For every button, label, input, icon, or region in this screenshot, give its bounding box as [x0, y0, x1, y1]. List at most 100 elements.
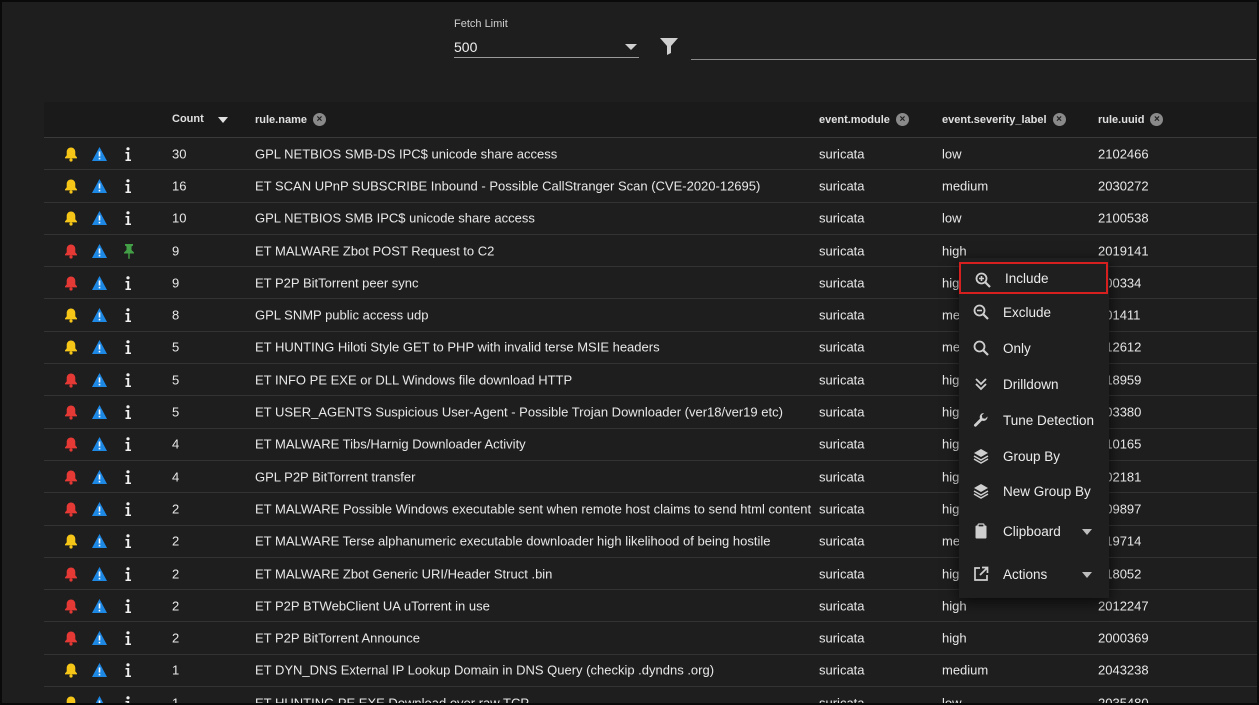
uuid-cell[interactable]: 2035480: [1098, 695, 1149, 703]
rule-name-cell[interactable]: ET USER_AGENTS Suspicious User-Agent - P…: [255, 405, 783, 420]
warning-triangle-icon[interactable]: [91, 501, 107, 517]
warning-triangle-icon[interactable]: [91, 598, 107, 614]
warning-triangle-icon[interactable]: [91, 178, 107, 194]
info-icon[interactable]: [120, 210, 136, 226]
info-icon[interactable]: [120, 501, 136, 517]
event-module-cell[interactable]: suricata: [819, 631, 865, 646]
severity-cell[interactable]: me: [942, 340, 960, 355]
info-icon[interactable]: [120, 339, 136, 355]
bell-icon[interactable]: [63, 695, 79, 703]
event-module-cell[interactable]: suricata: [819, 340, 865, 355]
event-module-cell[interactable]: suricata: [819, 663, 865, 678]
column-header-rule-name[interactable]: rule.name ×: [255, 113, 326, 126]
remove-column-icon[interactable]: ×: [895, 113, 909, 126]
pin-icon[interactable]: [121, 243, 137, 259]
info-icon[interactable]: [120, 404, 136, 420]
severity-cell[interactable]: me: [942, 534, 960, 549]
rule-name-cell[interactable]: ET MALWARE Terse alphanumeric executable…: [255, 534, 770, 549]
rule-name-cell[interactable]: ET P2P BitTorrent Announce: [255, 631, 420, 646]
chevron-down-icon[interactable]: [1082, 529, 1092, 535]
fetch-limit-select[interactable]: 500: [454, 36, 639, 58]
event-module-cell[interactable]: suricata: [819, 243, 865, 258]
remove-column-icon[interactable]: ×: [312, 113, 326, 126]
uuid-cell[interactable]: 2012247: [1098, 598, 1149, 613]
warning-triangle-icon[interactable]: [91, 372, 107, 388]
fetch-limit[interactable]: Fetch Limit 500: [454, 18, 639, 58]
uuid-cell[interactable]: 2030272: [1098, 178, 1149, 193]
bell-icon[interactable]: [63, 630, 79, 646]
menu-item-clipboard[interactable]: Clipboard: [959, 515, 1109, 547]
uuid-cell[interactable]: 2100538: [1098, 211, 1149, 226]
column-header-count[interactable]: Count: [172, 113, 228, 125]
event-module-cell[interactable]: suricata: [819, 372, 865, 387]
info-icon[interactable]: [120, 436, 136, 452]
warning-triangle-icon[interactable]: [91, 695, 107, 703]
uuid-cell[interactable]: 2019141: [1098, 243, 1149, 258]
info-icon[interactable]: [120, 372, 136, 388]
warning-triangle-icon[interactable]: [91, 662, 107, 678]
warning-triangle-icon[interactable]: [91, 307, 107, 323]
info-icon[interactable]: [120, 307, 136, 323]
event-module-cell[interactable]: suricata: [819, 211, 865, 226]
bell-icon[interactable]: [63, 598, 79, 614]
warning-triangle-icon[interactable]: [91, 210, 107, 226]
severity-cell[interactable]: high: [942, 631, 967, 646]
table-row[interactable]: 1 ET DYN_DNS External IP Lookup Domain in…: [44, 654, 1257, 688]
event-module-cell[interactable]: suricata: [819, 534, 865, 549]
rule-name-cell[interactable]: ET MALWARE Zbot Generic URI/Header Struc…: [255, 566, 552, 581]
table-row[interactable]: 2 ET P2P BitTorrent Announce suricata high 2…: [44, 622, 1257, 655]
severity-cell[interactable]: hig: [942, 372, 959, 387]
bell-icon[interactable]: [63, 243, 79, 259]
event-module-cell[interactable]: suricata: [819, 566, 865, 581]
table-row[interactable]: 30 GPL NETBIOS SMB-DS IPC$ unicode share …: [44, 138, 1257, 171]
menu-item-include[interactable]: Include: [959, 262, 1108, 294]
column-header-uuid[interactable]: rule.uuid ×: [1098, 113, 1164, 126]
info-icon[interactable]: [120, 275, 136, 291]
bell-icon[interactable]: [63, 436, 79, 452]
warning-triangle-icon[interactable]: [91, 533, 107, 549]
filter-input[interactable]: [691, 38, 1256, 60]
event-module-cell[interactable]: suricata: [819, 695, 865, 703]
menu-item-only[interactable]: Only: [959, 332, 1109, 364]
event-module-cell[interactable]: suricata: [819, 469, 865, 484]
event-module-cell[interactable]: suricata: [819, 501, 865, 516]
event-module-cell[interactable]: suricata: [819, 178, 865, 193]
bell-icon[interactable]: [63, 275, 79, 291]
bell-icon[interactable]: [63, 662, 79, 678]
severity-cell[interactable]: hig: [942, 405, 959, 420]
info-icon[interactable]: [120, 469, 136, 485]
info-icon[interactable]: [120, 533, 136, 549]
chevron-down-icon[interactable]: [625, 43, 637, 50]
info-icon[interactable]: [120, 178, 136, 194]
rule-name-cell[interactable]: ET HUNTING Hiloti Style GET to PHP with …: [255, 340, 660, 355]
event-module-cell[interactable]: suricata: [819, 146, 865, 161]
bell-icon[interactable]: [63, 307, 79, 323]
table-row[interactable]: 1 ET HUNTING PE EXE Download over raw TCP…: [44, 687, 1257, 703]
warning-triangle-icon[interactable]: [91, 339, 107, 355]
filter-icon[interactable]: [659, 37, 679, 55]
info-icon[interactable]: [120, 146, 136, 162]
rule-name-cell[interactable]: GPL NETBIOS SMB-DS IPC$ unicode share ac…: [255, 146, 557, 161]
severity-cell[interactable]: medium: [942, 663, 988, 678]
event-module-cell[interactable]: suricata: [819, 598, 865, 613]
bell-icon[interactable]: [63, 372, 79, 388]
column-header-event-module[interactable]: event.module ×: [819, 113, 909, 126]
bell-icon[interactable]: [63, 566, 79, 582]
rule-name-cell[interactable]: ET SCAN UPnP SUBSCRIBE Inbound - Possibl…: [255, 178, 760, 193]
severity-cell[interactable]: hig: [942, 566, 959, 581]
info-icon[interactable]: [120, 695, 136, 703]
bell-icon[interactable]: [63, 146, 79, 162]
rule-name-cell[interactable]: ET INFO PE EXE or DLL Windows file downl…: [255, 372, 572, 387]
severity-cell[interactable]: high: [942, 598, 967, 613]
warning-triangle-icon[interactable]: [91, 404, 107, 420]
chevron-down-icon[interactable]: [1082, 572, 1092, 578]
rule-name-cell[interactable]: ET DYN_DNS External IP Lookup Domain in …: [255, 663, 714, 678]
sort-desc-icon[interactable]: [217, 117, 228, 123]
event-module-cell[interactable]: suricata: [819, 275, 865, 290]
uuid-cell[interactable]: 2043238: [1098, 663, 1149, 678]
rule-name-cell[interactable]: ET P2P BitTorrent peer sync: [255, 275, 419, 290]
warning-triangle-icon[interactable]: [91, 630, 107, 646]
warning-triangle-icon[interactable]: [91, 146, 107, 162]
remove-column-icon[interactable]: ×: [1052, 113, 1066, 126]
severity-cell[interactable]: medium: [942, 178, 988, 193]
